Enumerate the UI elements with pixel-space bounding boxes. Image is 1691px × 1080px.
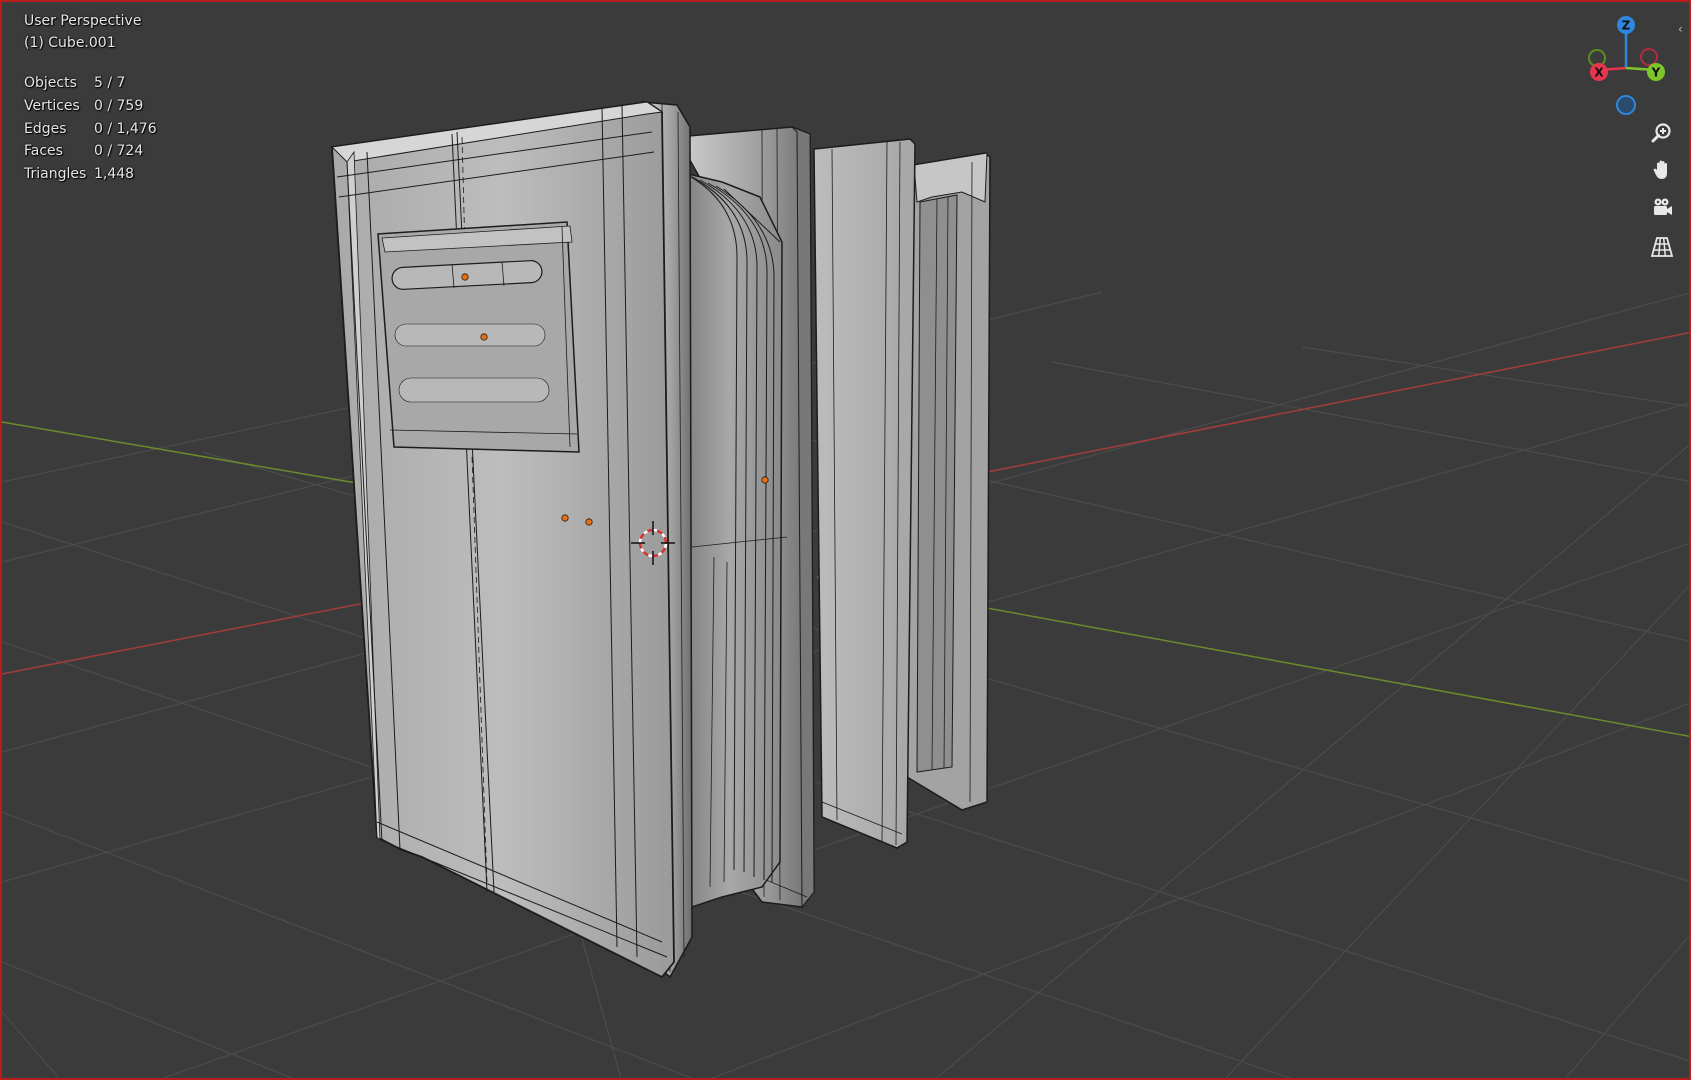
scene-canvas[interactable] (2, 2, 1691, 1080)
stat-value: 0 / 724 (94, 143, 144, 160)
stat-row-objects: Objects 5 / 7 (24, 72, 157, 95)
z-axis-handle[interactable]: Z (1617, 16, 1635, 34)
zoom-icon (1651, 123, 1671, 143)
view-name: User Perspective (24, 13, 142, 29)
chevron-left-icon[interactable]: ‹ (1678, 22, 1689, 36)
stat-value: 5 / 7 (94, 75, 126, 92)
stat-label: Triangles (24, 166, 87, 183)
pan-button[interactable] (1645, 153, 1679, 187)
neg-z-axis-handle[interactable] (1616, 95, 1636, 115)
scene-statistics: Objects 5 / 7 Vertices 0 / 759 Edges 0 /… (24, 72, 157, 185)
stat-row-vertices: Vertices 0 / 759 (24, 95, 157, 118)
stat-row-faces: Faces 0 / 724 (24, 140, 157, 163)
y-axis-handle[interactable]: Y (1647, 63, 1665, 81)
stat-row-edges: Edges 0 / 1,476 (24, 117, 157, 140)
stat-value: 1,448 (94, 166, 135, 183)
stat-label: Objects (24, 75, 77, 92)
z-axis-label: Z (1622, 19, 1631, 33)
stat-row-triangles: Triangles 1,448 (24, 163, 157, 186)
active-object-label: (1) Cube.001 (24, 35, 116, 51)
hand-pan-icon (1653, 160, 1667, 179)
stat-label: Vertices (24, 98, 80, 115)
3d-viewport[interactable]: User Perspective (1) Cube.001 Objects 5 … (0, 0, 1691, 1080)
toggle-perspective-button[interactable] (1645, 230, 1679, 264)
camera-view-button[interactable] (1645, 191, 1679, 225)
x-axis-handle[interactable]: X (1590, 63, 1608, 81)
x-axis-label: X (1594, 66, 1604, 80)
stat-value: 0 / 1,476 (94, 120, 157, 137)
grid-ortho-icon (1650, 237, 1674, 257)
camera-icon (1654, 198, 1672, 215)
y-axis-line (2, 421, 363, 485)
stat-label: Faces (24, 143, 63, 160)
stat-value: 0 / 759 (94, 98, 144, 115)
y-axis-label: Y (1651, 66, 1661, 80)
neg-x-axis-handle[interactable] (1640, 48, 1658, 66)
navigation-gizmo[interactable]: Z X Y (1577, 10, 1687, 120)
zoom-button[interactable] (1645, 116, 1679, 150)
stat-label: Edges (24, 120, 67, 137)
book-model[interactable] (330, 101, 991, 979)
